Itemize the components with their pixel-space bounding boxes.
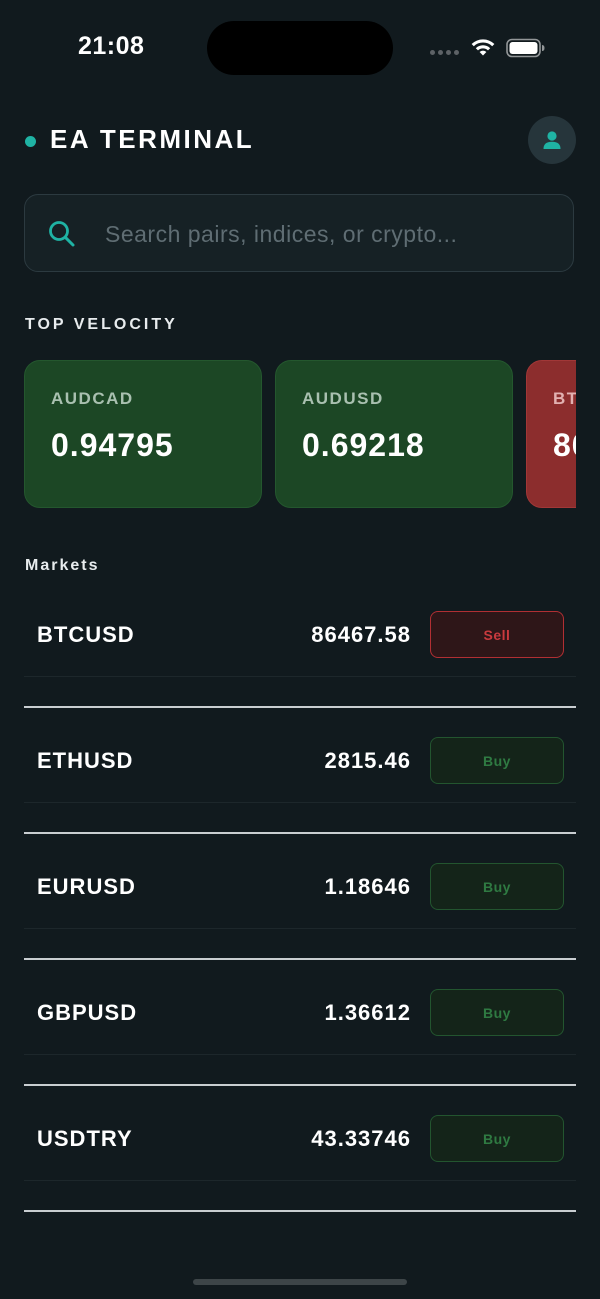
market-row-eurusd[interactable]: EURUSD 1.18646 Buy: [24, 834, 576, 960]
row-divider: [24, 1054, 576, 1055]
market-price: 1.36612: [324, 1000, 411, 1025]
market-price: 43.33746: [311, 1126, 411, 1151]
buy-button[interactable]: Buy: [430, 989, 564, 1036]
velocity-card-audusd[interactable]: AUDUSD 0.69218: [275, 360, 513, 508]
market-row-btcusd[interactable]: BTCUSD 86467.58 Sell: [24, 582, 576, 708]
market-symbol: EURUSD: [37, 874, 136, 899]
market-row-usdtry[interactable]: USDTRY 43.33746 Buy: [24, 1086, 576, 1212]
velocity-price: 86467.58: [553, 427, 576, 463]
market-list: BTCUSD 86467.58 Sell ETHUSD 2815.46 Buy …: [24, 582, 576, 1212]
app-header: EA TERMINAL: [24, 112, 576, 168]
live-status-dot: [25, 136, 36, 147]
market-symbol: ETHUSD: [37, 748, 134, 773]
status-bar: 21:08: [0, 0, 600, 96]
market-symbol: GBPUSD: [37, 1000, 138, 1025]
search-icon: [49, 221, 75, 247]
market-row-gbpusd[interactable]: GBPUSD 1.36612 Buy: [24, 960, 576, 1086]
cellular-signal-icon: [430, 50, 459, 55]
sell-button[interactable]: Sell: [430, 611, 564, 658]
search-box[interactable]: [24, 194, 574, 272]
market-price: 2815.46: [324, 748, 411, 773]
velocity-price: 0.69218: [302, 427, 425, 463]
top-velocity-title: TOP VELOCITY: [25, 316, 178, 333]
row-divider: [24, 802, 576, 803]
market-price: 86467.58: [311, 622, 411, 647]
velocity-symbol: BTCUSD: [553, 389, 576, 408]
row-divider: [24, 676, 576, 677]
row-divider: [24, 1180, 576, 1181]
velocity-symbol: AUDUSD: [302, 389, 384, 408]
velocity-price: 0.94795: [51, 427, 174, 463]
search-input[interactable]: [103, 213, 557, 255]
dynamic-island: [207, 21, 393, 75]
buy-button[interactable]: Buy: [430, 737, 564, 784]
profile-avatar-button[interactable]: [528, 116, 576, 164]
home-indicator[interactable]: [193, 1279, 407, 1285]
market-symbol: USDTRY: [37, 1126, 133, 1151]
status-time: 21:08: [78, 32, 145, 60]
top-velocity-carousel[interactable]: AUDCAD 0.94795 AUDUSD 0.69218 BTCUSD 864…: [24, 360, 576, 508]
app-title: EA TERMINAL: [50, 124, 255, 154]
market-row-ethusd[interactable]: ETHUSD 2815.46 Buy: [24, 708, 576, 834]
velocity-symbol: AUDCAD: [51, 389, 134, 408]
velocity-card-btcusd[interactable]: BTCUSD 86467.58: [526, 360, 576, 508]
velocity-card-audcad[interactable]: AUDCAD 0.94795: [24, 360, 262, 508]
battery-icon: [506, 38, 545, 58]
user-icon: [543, 131, 561, 149]
market-price: 1.18646: [324, 874, 411, 899]
row-divider: [24, 928, 576, 929]
buy-button[interactable]: Buy: [430, 1115, 564, 1162]
wifi-icon: [471, 39, 495, 56]
market-symbol: BTCUSD: [37, 622, 135, 647]
buy-button[interactable]: Buy: [430, 863, 564, 910]
markets-title: Markets: [25, 557, 100, 574]
